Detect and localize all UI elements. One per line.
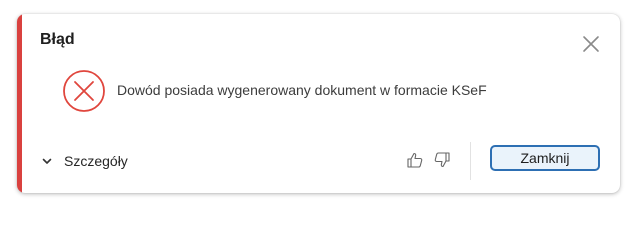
footer-divider — [470, 142, 471, 180]
chevron-down-icon — [42, 158, 52, 164]
details-toggle[interactable]: Szczegóły — [41, 151, 128, 171]
error-icon — [63, 70, 105, 112]
thumbs-down-icon — [434, 152, 450, 168]
error-dialog: Błąd Dowód posiada wygenerowany dokument… — [17, 14, 620, 193]
like-button[interactable] — [405, 150, 425, 170]
close-icon — [583, 36, 599, 52]
thumbs-up-icon — [407, 152, 423, 168]
details-label: Szczegóły — [64, 153, 128, 169]
error-message: Dowód posiada wygenerowany dokument w fo… — [117, 82, 487, 98]
close-button[interactable] — [581, 34, 601, 54]
error-accent-bar — [17, 14, 22, 193]
close-dialog-button[interactable]: Zamknij — [490, 145, 600, 171]
dislike-button[interactable] — [432, 150, 452, 170]
dialog-title: Błąd — [40, 31, 75, 48]
